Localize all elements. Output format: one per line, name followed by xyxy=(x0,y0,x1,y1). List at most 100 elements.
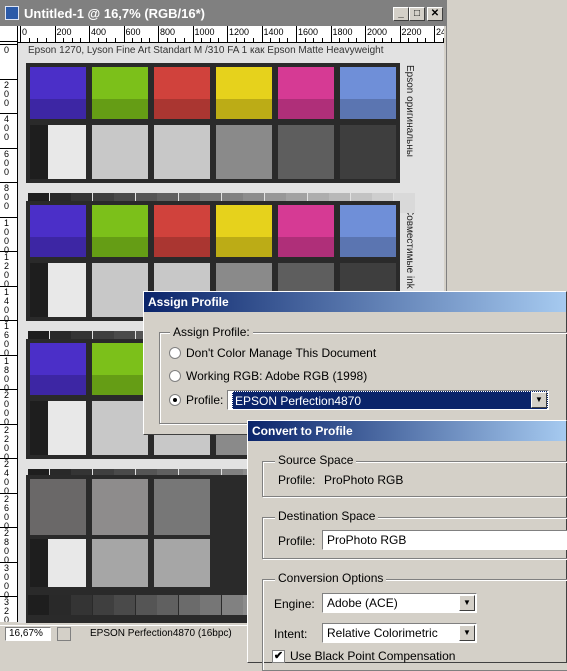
ruler-tick xyxy=(399,26,401,42)
destination-profile-select[interactable]: ProPhoto RGB xyxy=(322,530,567,550)
color-patch xyxy=(154,67,210,119)
side-label-original: Epson оригинальны xyxy=(404,65,415,157)
ruler-label: 1 8 0 0 xyxy=(4,355,10,393)
ruler-minor-tick xyxy=(416,38,418,42)
grey-patch-dark xyxy=(30,125,48,179)
ruler-minor-tick xyxy=(425,38,427,42)
source-space-label: Source Space xyxy=(275,453,357,467)
step-wedge-patch xyxy=(92,595,114,615)
ruler-minor-tick xyxy=(339,38,341,42)
step-wedge-patch xyxy=(28,595,49,615)
source-profile-value: ProPhoto RGB xyxy=(324,473,404,487)
ruler-label: 2200 xyxy=(401,27,422,37)
ruler-minor-tick xyxy=(347,38,349,42)
ruler-minor-tick xyxy=(114,38,116,42)
dont-manage-radio[interactable] xyxy=(169,347,181,359)
ruler-label: 2 2 0 0 xyxy=(4,424,10,462)
ruler-label: 3 0 0 0 xyxy=(4,562,10,600)
ruler-label: 2400 xyxy=(436,27,444,37)
ruler-label: 600 xyxy=(125,27,141,37)
color-patch xyxy=(340,205,396,257)
dont-manage-label[interactable]: Don't Color Manage This Document xyxy=(186,346,376,360)
working-rgb-radio[interactable] xyxy=(169,370,181,382)
window-title: Untitled-1 @ 16,7% (RGB/16*) xyxy=(24,6,205,21)
ruler-minor-tick xyxy=(321,38,323,42)
ruler-label: 1 0 0 0 xyxy=(4,217,10,255)
color-patch xyxy=(92,205,148,257)
ruler-minor-tick xyxy=(356,38,358,42)
ruler-tick xyxy=(89,26,90,42)
ruler-minor-tick xyxy=(149,38,151,42)
engine-value: Adobe (ACE) xyxy=(327,596,398,610)
document-profile-info: EPSON Perfection4870 (16bpc) xyxy=(90,628,232,639)
step-wedge-patch xyxy=(49,595,71,615)
profile-radio[interactable] xyxy=(169,394,181,406)
chevron-down-icon[interactable]: ▼ xyxy=(459,625,475,641)
ruler-minor-tick xyxy=(442,38,444,42)
ruler-tick xyxy=(296,26,297,42)
ruler-minor-tick xyxy=(278,38,280,42)
photoshop-icon xyxy=(5,6,19,20)
maximize-button[interactable]: □ xyxy=(409,7,425,21)
ruler-minor-tick xyxy=(382,38,384,42)
ruler-tick xyxy=(20,26,21,42)
ruler-minor-tick xyxy=(97,38,99,42)
zoom-field[interactable]: 16,67% xyxy=(5,627,51,641)
ruler-minor-tick xyxy=(209,38,211,42)
ruler-label: 1600 xyxy=(298,27,319,37)
destination-space-label: Destination Space xyxy=(275,509,379,523)
color-patch xyxy=(92,343,148,395)
ruler-minor-tick xyxy=(80,38,82,42)
ruler-tick xyxy=(158,26,159,42)
ruler-minor-tick xyxy=(45,38,47,42)
status-menu-icon[interactable] xyxy=(57,627,71,641)
assign-profile-title[interactable]: Assign Profile xyxy=(144,292,566,312)
ruler-tick xyxy=(192,26,194,42)
ruler-label: 2000 xyxy=(367,27,388,37)
convert-profile-title[interactable]: Convert to Profile xyxy=(248,421,566,441)
ruler-minor-tick xyxy=(166,38,168,42)
ruler-minor-tick xyxy=(201,38,203,42)
ruler-label: 1 4 0 0 xyxy=(4,286,10,324)
assign-profile-value: EPSON Perfection4870 xyxy=(232,391,548,409)
ruler-minor-tick xyxy=(183,38,185,42)
chevron-down-icon[interactable]: ▼ xyxy=(531,392,547,408)
ruler-minor-tick xyxy=(218,38,220,42)
ruler-minor-tick xyxy=(252,38,254,42)
assign-profile-select[interactable]: EPSON Perfection4870 ▼ xyxy=(227,390,549,410)
minimize-button[interactable]: _ xyxy=(393,7,409,21)
step-wedge-patch xyxy=(221,595,243,615)
engine-label: Engine: xyxy=(274,597,315,611)
ruler-minor-tick xyxy=(408,38,410,42)
ruler-minor-tick xyxy=(313,38,315,42)
working-rgb-label[interactable]: Working RGB: Adobe RGB (1998) xyxy=(186,369,367,383)
profile-radio-label[interactable]: Profile: xyxy=(186,393,223,407)
ruler-minor-tick xyxy=(270,38,272,42)
intent-value: Relative Colorimetric xyxy=(327,626,438,640)
ruler-minor-tick xyxy=(244,38,246,42)
ruler-minor-tick xyxy=(175,38,177,42)
ruler-tick xyxy=(227,26,228,42)
grey-patch xyxy=(154,479,210,535)
assign-profile-dialog: Assign Profile Assign Profile: Don't Col… xyxy=(143,291,567,435)
color-patch xyxy=(278,67,334,119)
grey-patch-dark xyxy=(30,401,48,455)
grey-patch xyxy=(216,125,272,179)
intent-select[interactable]: Relative Colorimetric ▼ xyxy=(322,623,477,643)
ruler-tick xyxy=(123,26,125,42)
ruler-tick xyxy=(330,26,332,42)
window-titlebar[interactable]: Untitled-1 @ 16,7% (RGB/16*) _ □ ✕ xyxy=(0,0,446,26)
ruler-label: 8 0 0 xyxy=(4,183,10,211)
horizontal-ruler[interactable]: 0 200 400 600 800 1000 1200 1400 1600 1800 2000 220… xyxy=(18,26,444,43)
ruler-origin[interactable] xyxy=(0,26,18,42)
ruler-minor-tick xyxy=(63,38,65,42)
black-point-checkbox[interactable]: ✔ xyxy=(272,650,285,663)
color-patch xyxy=(30,205,86,257)
step-wedge-patch xyxy=(135,595,157,615)
vertical-ruler[interactable]: 0 2 0 0 4 0 0 6 0 0 8 0 0 1 0 0 01 2 0 01 4 0… xyxy=(0,42,18,622)
engine-select[interactable]: Adobe (ACE) ▼ xyxy=(322,593,477,613)
chevron-down-icon[interactable]: ▼ xyxy=(459,595,475,611)
close-button[interactable]: ✕ xyxy=(427,7,443,21)
ruler-label: 1200 xyxy=(229,27,250,37)
black-point-label[interactable]: Use Black Point Compensation xyxy=(290,649,455,663)
